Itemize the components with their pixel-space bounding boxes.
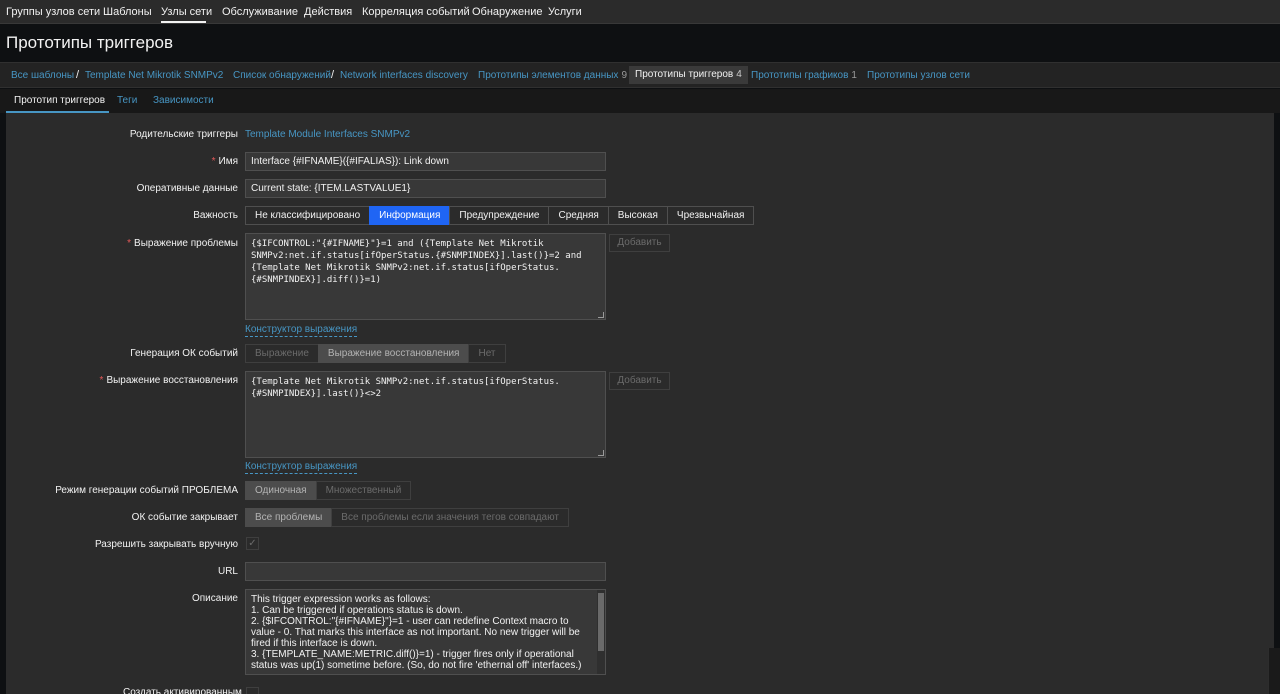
create-enabled-checkbox[interactable] <box>246 687 259 694</box>
resize-handle[interactable] <box>598 312 604 318</box>
required-marker: * <box>127 238 132 249</box>
ok-event-generation-label: Генерация ОК событий <box>130 348 238 359</box>
description-label: Описание <box>191 593 238 604</box>
active-nav-indicator <box>161 21 206 23</box>
add-recovery-expression-button[interactable]: Добавить <box>609 372 670 390</box>
form-panel <box>6 113 1274 694</box>
problem-event-mode-selector: Одиночная Множественный <box>245 481 412 500</box>
nav-hosts[interactable]: Узлы сети <box>161 6 212 18</box>
tab-trigger-prototypes[interactable]: Прототипы триггеров 4 <box>629 66 748 84</box>
recovery-expression-label: * Выражение восстановления <box>100 375 238 386</box>
url-field[interactable] <box>245 562 606 581</box>
breadcrumb-discovery-list[interactable]: Список обнаружений <box>233 70 331 81</box>
severity-information[interactable]: Информация <box>369 206 451 225</box>
severity-selector: Не классифицировано Информация Предупреж… <box>245 206 755 225</box>
ok-event-generation-selector: Выражение Выражение восстановления Нет <box>245 344 506 363</box>
problem-expression-label: * Выражение проблемы <box>127 238 238 249</box>
severity-average[interactable]: Средняя <box>548 206 609 225</box>
nav-maintenance[interactable]: Обслуживание <box>222 6 298 18</box>
severity-disaster[interactable]: Чрезвычайная <box>666 206 755 225</box>
nav-services[interactable]: Услуги <box>548 6 582 18</box>
manual-close-label: Разрешить закрывать вручную <box>94 539 238 550</box>
top-navigation: Группы узлов сети Шаблоны Узлы сети Обсл… <box>0 0 1280 24</box>
description-line: 1. Can be triggered if operations status… <box>251 605 463 616</box>
nav-actions[interactable]: Действия <box>304 6 352 18</box>
parent-triggers-label: Родительские триггеры <box>129 129 238 140</box>
tab-item-prototypes-count: 9 <box>621 70 627 81</box>
tab-host-prototypes[interactable]: Прототипы узлов сети <box>867 70 970 81</box>
problem-mode-single[interactable]: Одиночная <box>245 481 317 500</box>
description-textarea[interactable]: This trigger expression works as follows… <box>245 589 606 675</box>
nav-event-correlation[interactable]: Корреляция событий <box>362 6 470 18</box>
tab-trigger-prototypes-label: Прототипы триггеров <box>635 69 734 80</box>
ok-event-closes-label: ОК событие закрывает <box>131 512 238 523</box>
create-enabled-label: Создать активированным <box>123 687 242 694</box>
tab-graph-prototypes-count: 1 <box>851 70 857 81</box>
opdata-field[interactable]: Current state: {ITEM.LASTVALUE1} <box>245 179 606 198</box>
tab-graph-prototypes-label: Прототипы графиков <box>751 70 849 81</box>
breadcrumb-discovery-rule[interactable]: Network interfaces discovery <box>340 70 468 81</box>
breadcrumb-all-templates[interactable]: Все шаблоны <box>11 70 74 81</box>
tab-item-prototypes[interactable]: Прототипы элементов данных 9 <box>478 70 627 81</box>
recovery-expression-textarea[interactable]: {Template Net Mikrotik SNMPv2:net.if.sta… <box>245 371 606 458</box>
severity-label: Важность <box>193 210 238 221</box>
scrollbar-thumb[interactable] <box>598 593 604 651</box>
page-title: Прототипы триггеров <box>6 33 174 52</box>
tab-trigger-prototype[interactable]: Прототип триггеров <box>14 95 105 106</box>
form-tabs: Прототип триггеров Теги Зависимости <box>0 89 1280 113</box>
required-marker: * <box>211 156 216 167</box>
problem-expression-text: {$IFCONTROL:"{#IFNAME}"}=1 and ({Templat… <box>251 239 587 285</box>
resize-handle[interactable] <box>598 450 604 456</box>
tab-graph-prototypes[interactable]: Прототипы графиков 1 <box>751 70 857 81</box>
breadcrumb-separator: / <box>331 69 335 81</box>
nav-templates[interactable]: Шаблоны <box>103 6 152 18</box>
tab-item-prototypes-label: Прототипы элементов данных <box>478 70 619 81</box>
description-scrollbar[interactable] <box>597 590 605 674</box>
problem-event-mode-label: Режим генерации событий ПРОБЛЕМА <box>55 485 238 496</box>
name-label: * Имя <box>212 156 238 167</box>
ok-gen-expression[interactable]: Выражение <box>245 344 319 363</box>
window-edge <box>1268 648 1280 694</box>
parent-trigger-link[interactable]: Template Module Interfaces SNMPv2 <box>245 129 410 140</box>
description-line: 2. {$IFCONTROL:"{#IFNAME}"}=1 - user can… <box>251 616 580 649</box>
opdata-label: Оперативные данные <box>136 183 238 194</box>
tab-dependencies[interactable]: Зависимости <box>153 95 214 106</box>
problem-expression-textarea[interactable]: {$IFCONTROL:"{#IFNAME}"}=1 and ({Templat… <box>245 233 606 320</box>
name-field[interactable]: Interface {#IFNAME}({#IFALIAS}): Link do… <box>245 152 606 171</box>
problem-mode-multiple[interactable]: Множественный <box>315 481 412 500</box>
add-problem-expression-button[interactable]: Добавить <box>609 234 670 252</box>
ok-gen-recovery-expression[interactable]: Выражение восстановления <box>317 344 470 363</box>
ok-event-closes-selector: Все проблемы Все проблемы если значения … <box>245 508 569 527</box>
breadcrumb-template[interactable]: Template Net Mikrotik SNMPv2 <box>85 70 223 81</box>
breadcrumb-separator: / <box>76 69 80 81</box>
recovery-expression-label-text: Выражение восстановления <box>106 375 238 386</box>
tab-tags[interactable]: Теги <box>117 95 137 106</box>
description-line: 3. {TEMPLATE_NAME:METRIC.diff()}=1) - tr… <box>251 649 582 671</box>
ok-closes-all[interactable]: Все проблемы <box>245 508 333 527</box>
ok-gen-none[interactable]: Нет <box>468 344 506 363</box>
problem-expression-label-text: Выражение проблемы <box>134 238 238 249</box>
severity-not-classified[interactable]: Не классифицировано <box>245 206 371 225</box>
breadcrumb: Все шаблоны / Template Net Mikrotik SNMP… <box>0 62 1280 88</box>
name-label-text: Имя <box>218 156 238 167</box>
ok-closes-tag-match[interactable]: Все проблемы если значения тегов совпада… <box>331 508 569 527</box>
required-marker: * <box>99 375 104 386</box>
url-label: URL <box>217 566 238 577</box>
severity-warning[interactable]: Предупреждение <box>449 206 550 225</box>
recovery-expression-text: {Template Net Mikrotik SNMPv2:net.if.sta… <box>251 377 560 399</box>
expression-constructor-link[interactable]: Конструктор выражения <box>245 324 358 337</box>
nav-host-groups[interactable]: Группы узлов сети <box>6 6 100 18</box>
nav-discovery[interactable]: Обнаружение <box>472 6 542 18</box>
description-line: This trigger expression works as follows… <box>251 594 431 605</box>
severity-high[interactable]: Высокая <box>607 206 668 225</box>
recovery-expression-constructor-link[interactable]: Конструктор выражения <box>245 461 358 474</box>
manual-close-checkbox[interactable]: ✓ <box>246 537 259 550</box>
tab-trigger-prototypes-count: 4 <box>736 69 742 80</box>
